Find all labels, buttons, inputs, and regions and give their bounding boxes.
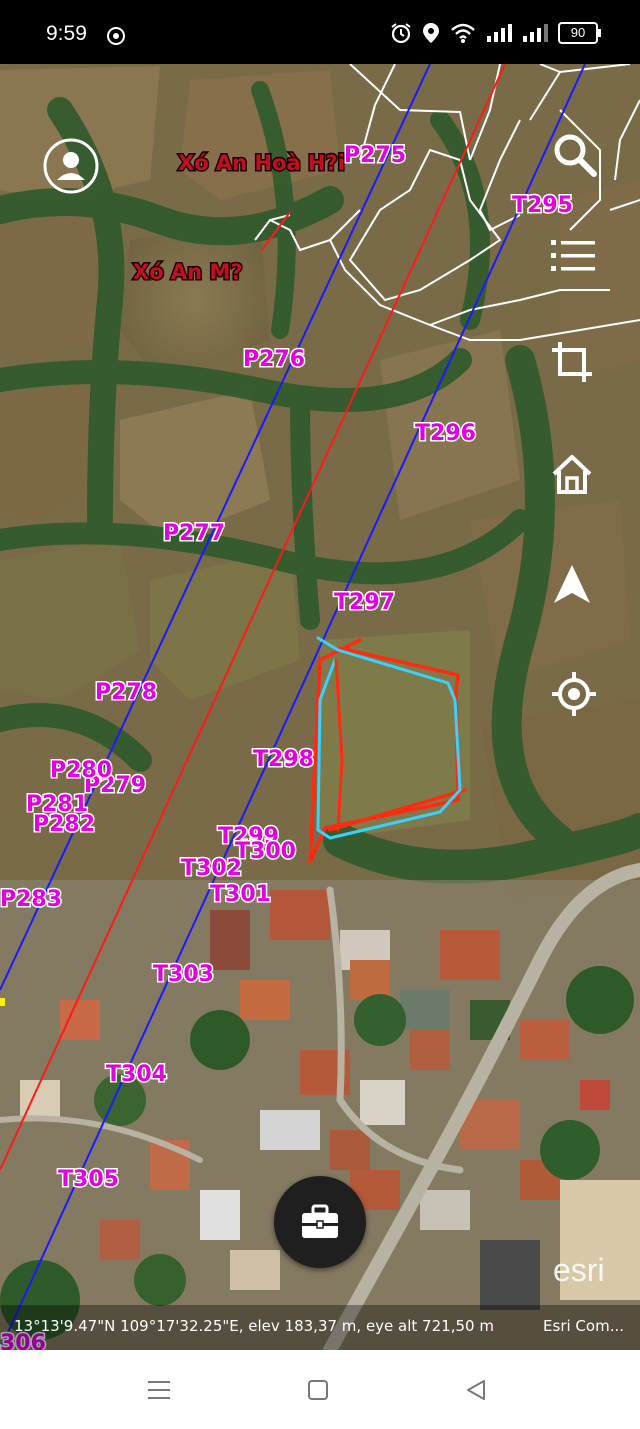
crop-button[interactable] (550, 340, 606, 396)
home-square-icon (308, 1380, 328, 1400)
wifi-icon (451, 23, 475, 43)
pole-label: P275 (344, 143, 406, 168)
navigation-arrow-icon (554, 565, 590, 603)
pole-label: P277 (163, 521, 225, 546)
pole-label: T304 (106, 1062, 167, 1087)
tools-button[interactable] (274, 1176, 366, 1268)
pole-label: T297 (334, 590, 395, 615)
pole-label: T303 (153, 962, 214, 987)
home-nav-button[interactable] (302, 1374, 334, 1406)
status-icons: 90 (390, 20, 601, 46)
coordinates-bar: 13°13'9.47"N 109°17'32.25"E, elev 183,37… (0, 1305, 640, 1350)
locate-button[interactable] (550, 670, 606, 726)
place-label-an-m: Xó An M? (133, 260, 243, 284)
list-icon (551, 240, 595, 271)
profile-button[interactable] (43, 138, 99, 194)
pole-label: T298 (253, 747, 314, 772)
alarm-icon (391, 23, 411, 44)
crop-icon (552, 342, 592, 382)
search-button[interactable] (550, 130, 606, 186)
status-time: 9:59 (46, 22, 87, 45)
pole-label: T300 (235, 839, 296, 864)
back-triangle-icon (467, 1380, 485, 1400)
status-bar: 9:59 90 (0, 0, 640, 64)
pole-label: T305 (58, 1167, 119, 1192)
navigate-button[interactable] (550, 562, 606, 618)
esri-watermark: esri (553, 1252, 605, 1288)
pole-label: T295 (512, 193, 573, 218)
recent-apps-icon (148, 1381, 170, 1399)
battery-icon: 90 (558, 22, 601, 44)
pole-label: P283 (0, 887, 62, 912)
locate-crosshair-icon (552, 672, 596, 716)
home-button[interactable] (550, 452, 606, 508)
signal-icon (487, 24, 512, 42)
attribution-text[interactable]: Esri Com... (543, 1317, 624, 1335)
system-nav-bar (0, 1350, 640, 1429)
recent-apps-button[interactable] (143, 1374, 175, 1406)
pole-label: P282 (33, 812, 95, 837)
home-icon (552, 455, 592, 494)
place-label-an-hoa: Xó An Hoà H?i (178, 151, 345, 175)
pole-label: P276 (243, 347, 305, 372)
pole-label: T296 (415, 421, 476, 446)
pole-label: T301 (210, 882, 271, 907)
marker-yellow (0, 998, 5, 1006)
pole-label: P278 (95, 680, 157, 705)
chrome-icon (107, 27, 125, 45)
satellite-map[interactable]: Xó An Hoà H?i Xó An M? P275 P276 P277 P2… (0, 64, 640, 1350)
search-icon (554, 134, 597, 177)
location-icon (423, 23, 439, 43)
back-nav-button[interactable] (460, 1374, 492, 1406)
layers-button[interactable] (550, 236, 606, 292)
briefcase-icon (302, 1204, 338, 1238)
map-view[interactable]: Xó An Hoà H?i Xó An M? P275 P276 P277 P2… (0, 64, 640, 1350)
user-circle-icon (43, 138, 99, 194)
pole-label: P280 (50, 758, 112, 783)
signal-icon-2 (523, 24, 548, 42)
coordinates-text: 13°13'9.47"N 109°17'32.25"E, elev 183,37… (14, 1317, 494, 1335)
pole-label: T302 (181, 856, 242, 881)
